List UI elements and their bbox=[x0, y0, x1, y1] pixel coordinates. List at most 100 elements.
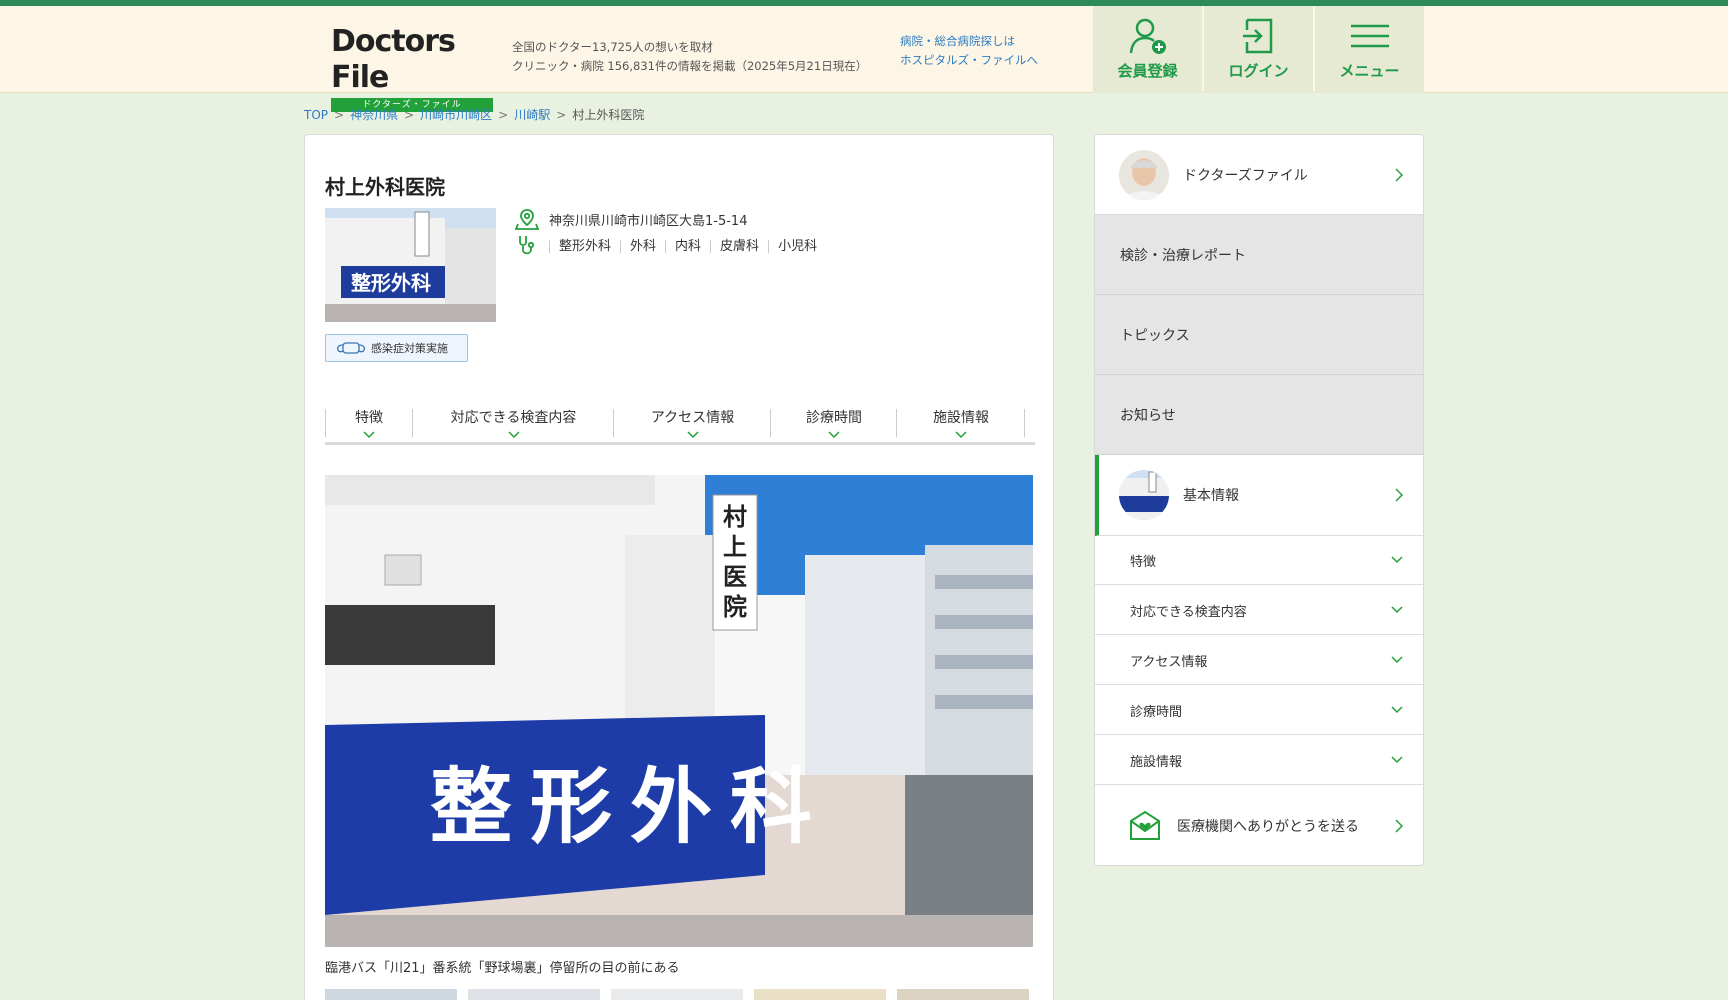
photo-sign-char: 上 bbox=[723, 533, 747, 561]
site-tagline: 全国のドクター13,725人の想いを取材 クリニック・病院 156,831件の情… bbox=[512, 38, 867, 76]
clinic-departments: 整形外科 外科 内科 皮膚科 小児科 bbox=[515, 234, 826, 258]
badge-label: 感染症対策実施 bbox=[371, 342, 448, 355]
photo-caption: 臨港バス「川21」番系統「野球場裏」停留所の目の前にある bbox=[325, 961, 680, 976]
thanks-label: 医療機関へありがとうを送る bbox=[1177, 819, 1359, 835]
gallery-thumbnail[interactable] bbox=[754, 989, 886, 1000]
menu-button[interactable]: メニュー bbox=[1315, 6, 1424, 93]
sidebar-nav: ドクターズファイル 検診・治療レポート トピックス お知らせ 基本情報 特徴 対… bbox=[1094, 134, 1424, 866]
chevron-right-icon bbox=[1395, 167, 1403, 182]
map-pin-icon bbox=[515, 209, 539, 230]
login-button[interactable]: ログイン bbox=[1204, 6, 1313, 93]
tab-access[interactable]: アクセス情報 bbox=[614, 401, 771, 441]
hospitals-file-link[interactable]: 病院・総合病院探しは ホスピタルズ・ファイルへ bbox=[900, 32, 1038, 70]
clinic-avatar bbox=[1119, 470, 1169, 520]
gallery-thumbnail[interactable] bbox=[897, 989, 1029, 1000]
site-logo[interactable]: Doctors File ドクターズ・ファイル bbox=[331, 24, 493, 112]
clinic-thumbnail[interactable]: 整形外科 bbox=[325, 208, 496, 322]
tab-label: 特徴 bbox=[355, 410, 383, 426]
tab-features[interactable]: 特徴 bbox=[325, 401, 413, 441]
clinic-main-card: 村上外科医院 整形外科 神奈川県川崎市川崎区大島1-5-14 整形外科 外科 内… bbox=[304, 134, 1054, 1000]
breadcrumb-separator: > bbox=[404, 108, 415, 122]
chevron-right-icon bbox=[1395, 488, 1403, 502]
department-item: 小児科 bbox=[768, 239, 826, 253]
tab-facility[interactable]: 施設情報 bbox=[897, 401, 1025, 441]
department-item: 整形外科 bbox=[549, 239, 620, 253]
tab-label: 診療時間 bbox=[806, 410, 862, 426]
gallery-thumbnail[interactable] bbox=[611, 989, 743, 1000]
breadcrumb-current: 村上外科医院 bbox=[572, 108, 645, 122]
section-tabs: 特徴 対応できる検査内容 アクセス情報 診療時間 施設情報 bbox=[325, 401, 1035, 445]
sidebar-subitem-hours[interactable]: 診療時間 bbox=[1095, 686, 1423, 735]
login-label: ログイン bbox=[1228, 62, 1289, 80]
sidebar-item-doctors-file[interactable]: ドクターズファイル bbox=[1095, 135, 1423, 215]
tab-label: 施設情報 bbox=[933, 410, 989, 426]
breadcrumb-prefecture[interactable]: 神奈川県 bbox=[350, 108, 398, 122]
doctor-avatar bbox=[1119, 149, 1169, 200]
clinic-main-photo: 村 上 医 院 整形外科 bbox=[325, 475, 1033, 947]
breadcrumb-station[interactable]: 川崎駅 bbox=[514, 108, 550, 122]
sidebar-sublabel: 施設情報 bbox=[1130, 754, 1183, 770]
sidebar-subitem-features[interactable]: 特徴 bbox=[1095, 536, 1423, 585]
photo-sign-char: 院 bbox=[723, 593, 747, 621]
sidebar-sublabel: アクセス情報 bbox=[1130, 654, 1208, 670]
sidebar-item-basic-info[interactable]: 基本情報 bbox=[1095, 455, 1423, 536]
send-thanks-link[interactable]: 医療機関へありがとうを送る bbox=[1095, 787, 1423, 865]
infection-control-badge: 感染症対策実施 bbox=[325, 334, 468, 362]
register-label: 会員登録 bbox=[1117, 62, 1178, 80]
gallery-thumbnail[interactable] bbox=[325, 989, 457, 1000]
sidebar-sublabel: 診療時間 bbox=[1130, 704, 1183, 720]
breadcrumb-ward[interactable]: 川崎市川崎区 bbox=[420, 108, 492, 122]
clinic-name: 村上外科医院 bbox=[325, 175, 445, 199]
sidebar-label: トピックス bbox=[1120, 327, 1190, 344]
chevron-down-icon bbox=[828, 431, 840, 439]
photo-sign-char: 村 bbox=[723, 503, 747, 531]
stethoscope-icon bbox=[519, 236, 535, 255]
chevron-down-icon bbox=[1391, 656, 1403, 664]
thanks-mail-icon bbox=[1130, 811, 1160, 840]
tab-label: アクセス情報 bbox=[650, 410, 735, 426]
tagline-line2: クリニック・病院 156,831件の情報を掲載（2025年5月21日現在） bbox=[512, 59, 868, 73]
hamburger-icon bbox=[1350, 24, 1389, 48]
sidebar-label: ドクターズファイル bbox=[1183, 167, 1308, 184]
logo-title: Doctors File bbox=[331, 24, 456, 95]
gallery-thumbnail[interactable] bbox=[468, 989, 600, 1000]
chevron-down-icon bbox=[1391, 756, 1403, 764]
sidebar-sublabel: 対応できる検査内容 bbox=[1130, 604, 1247, 620]
department-item: 内科 bbox=[665, 239, 710, 253]
tagline-line1: 全国のドクター13,725人の想いを取材 bbox=[512, 40, 713, 54]
register-button[interactable]: 会員登録 bbox=[1093, 6, 1202, 93]
photo-sign-char: 医 bbox=[723, 563, 747, 591]
sidebar-subitem-facility[interactable]: 施設情報 bbox=[1095, 736, 1423, 785]
chevron-down-icon bbox=[507, 431, 520, 439]
chevron-down-icon bbox=[363, 431, 375, 439]
login-icon bbox=[1242, 18, 1272, 54]
breadcrumb-separator: > bbox=[556, 108, 567, 122]
hospitals-link-line1: 病院・総合病院探しは bbox=[900, 34, 1015, 48]
chevron-right-icon bbox=[1395, 819, 1403, 833]
hospitals-link-line2: ホスピタルズ・ファイルへ bbox=[900, 53, 1038, 67]
sidebar-item-topics[interactable]: トピックス bbox=[1095, 295, 1423, 375]
tab-tests[interactable]: 対応できる検査内容 bbox=[413, 401, 614, 441]
mask-icon bbox=[337, 342, 365, 354]
tab-label: 対応できる検査内容 bbox=[450, 410, 577, 426]
photo-banner-text: 整形外科 bbox=[430, 760, 830, 855]
chevron-down-icon bbox=[1391, 706, 1403, 714]
address-text: 神奈川県川崎市川崎区大島1-5-14 bbox=[549, 213, 748, 229]
sidebar-subitem-tests[interactable]: 対応できる検査内容 bbox=[1095, 586, 1423, 635]
breadcrumb-separator: > bbox=[498, 108, 509, 122]
clinic-address: 神奈川県川崎市川崎区大島1-5-14 bbox=[515, 207, 747, 231]
site-header: Doctors File ドクターズ・ファイル 全国のドクター13,725人の想… bbox=[0, 6, 1728, 112]
sidebar-item-report[interactable]: 検診・治療レポート bbox=[1095, 215, 1423, 295]
thumbnail-banner-text: 整形外科 bbox=[350, 271, 431, 295]
breadcrumb-top[interactable]: TOP bbox=[304, 108, 328, 122]
user-add-icon bbox=[1129, 18, 1166, 54]
tab-hours[interactable]: 診療時間 bbox=[771, 401, 897, 441]
breadcrumb: TOP > 神奈川県 > 川崎市川崎区 > 川崎駅 > 村上外科医院 bbox=[304, 106, 644, 123]
breadcrumb-separator: > bbox=[334, 108, 345, 122]
menu-label: メニュー bbox=[1339, 62, 1400, 80]
sidebar-item-news[interactable]: お知らせ bbox=[1095, 375, 1423, 455]
sidebar-label: お知らせ bbox=[1120, 407, 1176, 424]
chevron-down-icon bbox=[1391, 556, 1403, 564]
department-item: 皮膚科 bbox=[710, 239, 768, 253]
sidebar-subitem-access[interactable]: アクセス情報 bbox=[1095, 636, 1423, 685]
